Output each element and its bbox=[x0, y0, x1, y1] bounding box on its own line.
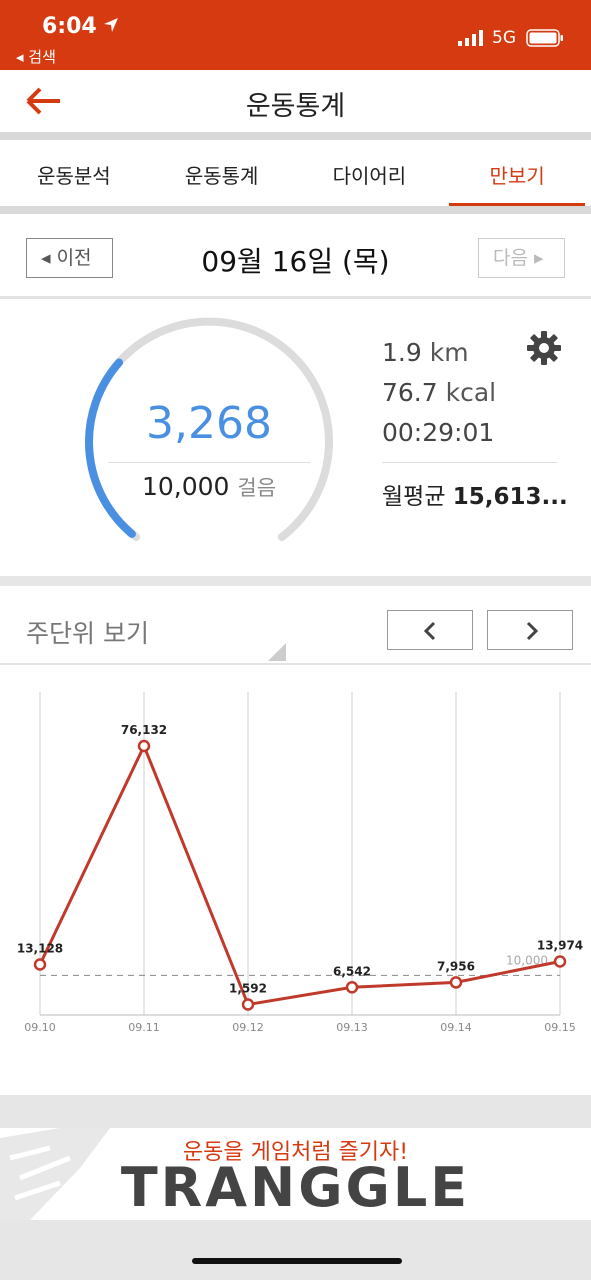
battery-icon bbox=[526, 29, 563, 47]
status-time: 6:04 bbox=[42, 14, 97, 39]
tab-divider bbox=[0, 206, 591, 214]
tab-analysis[interactable]: 운동분석 bbox=[0, 140, 148, 206]
header-divider bbox=[0, 132, 591, 140]
goal-value: 10,000 bbox=[141, 472, 230, 501]
weekly-steps-chart: 10,00013,12876,1321,5926,542 7,95613,9740… bbox=[17, 692, 583, 1034]
app-header: 운동통계 bbox=[0, 70, 591, 132]
page-title: 운동통계 bbox=[245, 91, 346, 122]
date-navigation: ◂ 이전 09월 16일 (목) 다음 ▸ bbox=[0, 214, 591, 296]
location-arrow-icon bbox=[104, 18, 118, 32]
dropdown-corner-icon[interactable] bbox=[268, 643, 286, 661]
tab-statistics[interactable]: 운동통계 bbox=[148, 140, 296, 206]
calories-stat: 76.7 kcal bbox=[382, 378, 496, 407]
status-bar: 6:04 ◂ 검색 5G bbox=[0, 0, 591, 70]
next-week-button[interactable] bbox=[487, 610, 573, 650]
duration-stat: 00:29:01 bbox=[382, 418, 494, 447]
signal-icon bbox=[458, 30, 483, 46]
steps-series-line bbox=[38, 742, 561, 1007]
gauge-divider bbox=[108, 462, 310, 463]
monthly-average: 월평균 15,613... bbox=[382, 477, 568, 511]
data-label: 7,956 bbox=[437, 959, 475, 973]
bottom-area bbox=[0, 1220, 591, 1280]
tab-pedometer[interactable]: 만보기 bbox=[443, 140, 591, 206]
data-label: 13,974 bbox=[537, 939, 583, 953]
x-tick-label: 09.10 bbox=[24, 1021, 56, 1034]
data-point bbox=[553, 955, 567, 968]
x-tick-label: 09.15 bbox=[544, 1021, 576, 1034]
step-count: 3,268 bbox=[146, 398, 272, 449]
distance-value: 1.9 bbox=[382, 338, 422, 367]
data-label: 1,592 bbox=[229, 982, 267, 996]
distance-stat: 1.9 km bbox=[382, 338, 469, 367]
tab-bar: 운동분석 운동통계 다이어리 만보기 bbox=[0, 140, 591, 206]
data-point bbox=[33, 958, 47, 971]
next-day-button[interactable]: 다음 ▸ bbox=[478, 238, 565, 278]
chevron-right-icon bbox=[526, 621, 539, 641]
calories-unit: kcal bbox=[445, 378, 497, 407]
goal-unit: 걸음 bbox=[237, 476, 277, 500]
ad-banner[interactable]: 운동을 게임처럼 즐기자! TRANGGLE bbox=[0, 1128, 591, 1220]
gear-icon[interactable] bbox=[526, 330, 562, 366]
x-tick-label: 09.14 bbox=[440, 1021, 472, 1034]
data-point bbox=[137, 739, 151, 753]
month-avg-value: 15,613... bbox=[452, 484, 568, 510]
weekly-view-title: 주단위 보기 bbox=[26, 619, 149, 648]
step-goal: 10,000 걸음 bbox=[108, 472, 310, 502]
stats-divider bbox=[382, 462, 557, 463]
summary-divider bbox=[0, 576, 591, 586]
x-tick-label: 09.12 bbox=[232, 1021, 264, 1034]
duration-value: 00:29:01 bbox=[382, 418, 495, 447]
month-avg-label: 월평균 bbox=[382, 484, 446, 510]
data-point bbox=[345, 981, 359, 994]
x-tick-label: 09.11 bbox=[128, 1021, 160, 1034]
prev-week-button[interactable] bbox=[387, 610, 473, 650]
distance-unit: km bbox=[429, 338, 469, 367]
home-indicator[interactable] bbox=[192, 1258, 402, 1264]
calories-value: 76.7 bbox=[382, 378, 438, 407]
x-tick-label: 09.13 bbox=[336, 1021, 368, 1034]
network-type: 5G bbox=[492, 28, 516, 48]
data-label: 76,132 bbox=[121, 723, 167, 737]
data-label: 6,542 bbox=[333, 964, 371, 978]
data-label: 13,128 bbox=[17, 942, 63, 956]
chevron-left-icon bbox=[423, 621, 436, 641]
ad-logo: TRANGGLE bbox=[120, 1156, 471, 1219]
chart-bottom-divider bbox=[0, 1095, 591, 1128]
data-point bbox=[449, 976, 463, 989]
tab-diary[interactable]: 다이어리 bbox=[296, 140, 444, 206]
data-point bbox=[241, 998, 255, 1011]
date-divider bbox=[0, 296, 591, 299]
back-to-app-link[interactable]: ◂ 검색 bbox=[16, 46, 56, 67]
